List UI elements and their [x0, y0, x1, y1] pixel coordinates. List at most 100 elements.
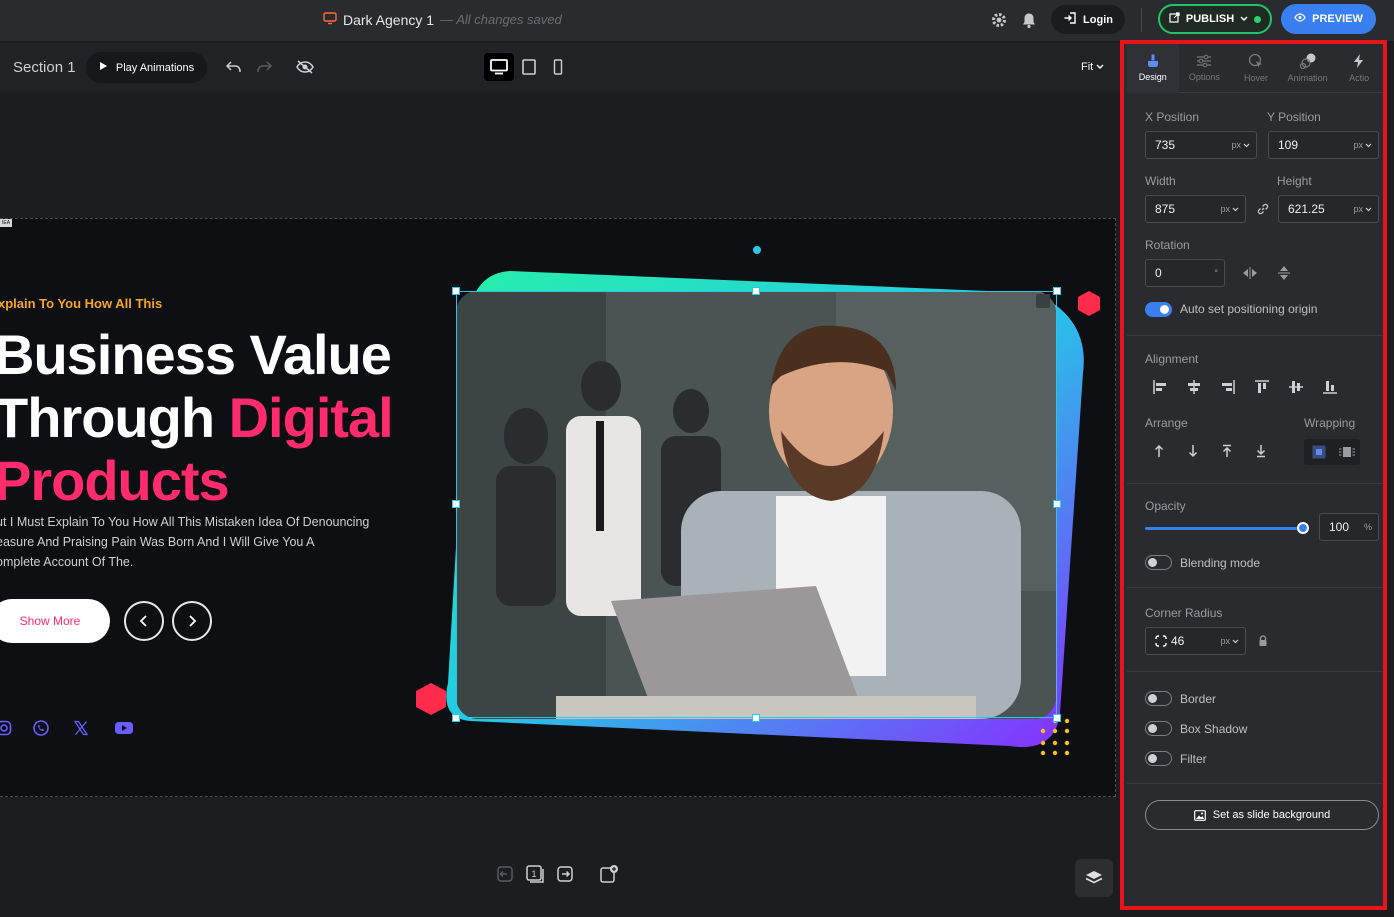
- unit-select[interactable]: px: [1231, 140, 1250, 150]
- login-label: Login: [1083, 13, 1113, 26]
- tab-design[interactable]: Design: [1127, 43, 1179, 93]
- unit-select[interactable]: px: [1353, 204, 1372, 214]
- rotation-unit: °: [1214, 268, 1218, 278]
- bolt-icon: [1354, 54, 1364, 68]
- bring-to-front-icon[interactable]: [1216, 440, 1238, 462]
- ai-edit-icon[interactable]: [1036, 294, 1050, 308]
- wrap-none-icon[interactable]: [1308, 441, 1330, 463]
- align-left-icon[interactable]: [1149, 376, 1171, 398]
- resize-handle[interactable]: [452, 714, 460, 722]
- move-forward-icon[interactable]: [554, 863, 576, 885]
- layer-number-icon[interactable]: 1: [524, 863, 546, 885]
- move-back-icon[interactable]: [494, 863, 516, 885]
- publish-button[interactable]: PUBLISH: [1158, 4, 1272, 34]
- chevron-down-icon: [1365, 143, 1372, 147]
- y-position-field[interactable]: 109 px: [1268, 131, 1379, 159]
- align-center-icon[interactable]: [1183, 376, 1205, 398]
- flip-horizontal-icon[interactable]: [1239, 262, 1261, 284]
- editor-toolbar: Section 1 Play Animations Fit: [0, 43, 1120, 93]
- unit-label: px: [1353, 140, 1363, 150]
- external-link-icon: [1169, 12, 1180, 26]
- opacity-field[interactable]: 100 %: [1319, 513, 1379, 541]
- login-button[interactable]: Login: [1051, 5, 1125, 34]
- tab-hover[interactable]: Hover: [1230, 43, 1282, 93]
- blending-mode-toggle[interactable]: [1145, 555, 1172, 570]
- opacity-label: Opacity: [1145, 499, 1186, 513]
- align-middle-icon[interactable]: [1285, 376, 1307, 398]
- chevron-down-icon: [1232, 207, 1239, 211]
- set-slide-background-button[interactable]: Set as slide background: [1145, 800, 1379, 830]
- link-icon[interactable]: [1252, 198, 1274, 220]
- align-top-icon[interactable]: [1251, 376, 1273, 398]
- unit-select[interactable]: px: [1353, 140, 1372, 150]
- section-label[interactable]: Section 1: [13, 59, 76, 76]
- width-field[interactable]: 875 px: [1145, 195, 1246, 223]
- resize-handle[interactable]: [752, 287, 760, 295]
- zoom-select[interactable]: Fit: [1081, 61, 1104, 73]
- zoom-label: Fit: [1081, 61, 1094, 73]
- tab-actions[interactable]: Actio: [1333, 43, 1385, 93]
- layers-button[interactable]: [1075, 859, 1113, 897]
- preview-button[interactable]: PREVIEW: [1281, 4, 1376, 34]
- play-animations-button[interactable]: Play Animations: [86, 52, 207, 83]
- align-bottom-icon[interactable]: [1319, 376, 1341, 398]
- unit-label: px: [1231, 140, 1241, 150]
- chevron-down-icon: [1365, 207, 1372, 211]
- corner-radius-field[interactable]: 46 px: [1145, 627, 1246, 655]
- height-value: 621.25: [1288, 202, 1325, 216]
- rotation-field[interactable]: 0 °: [1145, 259, 1225, 287]
- height-field[interactable]: 621.25 px: [1278, 195, 1379, 223]
- flip-vertical-icon[interactable]: [1273, 262, 1295, 284]
- publish-label: PUBLISH: [1185, 13, 1235, 25]
- border-toggle[interactable]: [1145, 691, 1172, 706]
- resize-handle[interactable]: [1053, 500, 1061, 508]
- x-position-label: X Position: [1145, 110, 1200, 124]
- chevron-down-icon: [1096, 61, 1104, 73]
- resize-handle[interactable]: [752, 714, 760, 722]
- play-icon: [99, 61, 108, 74]
- auto-origin-toggle[interactable]: [1145, 302, 1172, 317]
- unit-select[interactable]: px: [1220, 636, 1239, 646]
- resize-handle[interactable]: [1053, 714, 1061, 722]
- mobile-view-icon[interactable]: [543, 53, 573, 81]
- wrap-around-icon[interactable]: [1336, 441, 1358, 463]
- divider: [1127, 671, 1385, 672]
- unit-label: px: [1220, 204, 1230, 214]
- hide-icon[interactable]: [294, 56, 316, 78]
- toggle-knob: [1148, 558, 1157, 567]
- tab-animation[interactable]: Animation: [1282, 43, 1334, 93]
- rotate-handle[interactable]: [751, 244, 763, 256]
- y-position-label: Y Position: [1267, 110, 1321, 124]
- top-bar: Dark Agency 1 — All changes saved Login …: [0, 0, 1394, 42]
- resize-handle[interactable]: [452, 500, 460, 508]
- monitor-icon: [323, 11, 337, 28]
- desktop-view-icon[interactable]: [484, 53, 514, 81]
- x-position-field[interactable]: 735 px: [1145, 131, 1257, 159]
- box-shadow-toggle[interactable]: [1145, 721, 1172, 736]
- opacity-slider-track[interactable]: [1145, 527, 1302, 530]
- redo-icon[interactable]: [253, 56, 275, 78]
- document-title[interactable]: Dark Agency 1 — All changes saved: [323, 11, 562, 28]
- bell-icon[interactable]: [1018, 9, 1040, 31]
- selection-box[interactable]: [456, 291, 1057, 718]
- tablet-view-icon[interactable]: [514, 53, 544, 81]
- send-to-back-icon[interactable]: [1250, 440, 1272, 462]
- unit-select[interactable]: px: [1220, 204, 1239, 214]
- lock-icon[interactable]: [1252, 630, 1274, 652]
- align-right-icon[interactable]: [1217, 376, 1239, 398]
- blending-mode-label: Blending mode: [1180, 556, 1261, 570]
- editor-canvas[interactable]: IEA xplain To You How All This Business …: [0, 93, 1120, 917]
- filter-toggle[interactable]: [1145, 751, 1172, 766]
- resize-handle[interactable]: [1053, 287, 1061, 295]
- arrow-down-icon[interactable]: [1182, 440, 1204, 462]
- set-slide-background-label: Set as slide background: [1212, 809, 1331, 821]
- add-layer-icon[interactable]: [598, 863, 620, 885]
- arrow-up-icon[interactable]: [1148, 440, 1170, 462]
- chevron-down-icon: [1232, 639, 1239, 643]
- gear-icon[interactable]: [988, 9, 1010, 31]
- resize-handle[interactable]: [452, 287, 460, 295]
- tab-options[interactable]: Options: [1179, 43, 1231, 93]
- opacity-slider-handle[interactable]: [1297, 522, 1309, 534]
- login-icon: [1063, 11, 1077, 28]
- undo-icon[interactable]: [223, 56, 245, 78]
